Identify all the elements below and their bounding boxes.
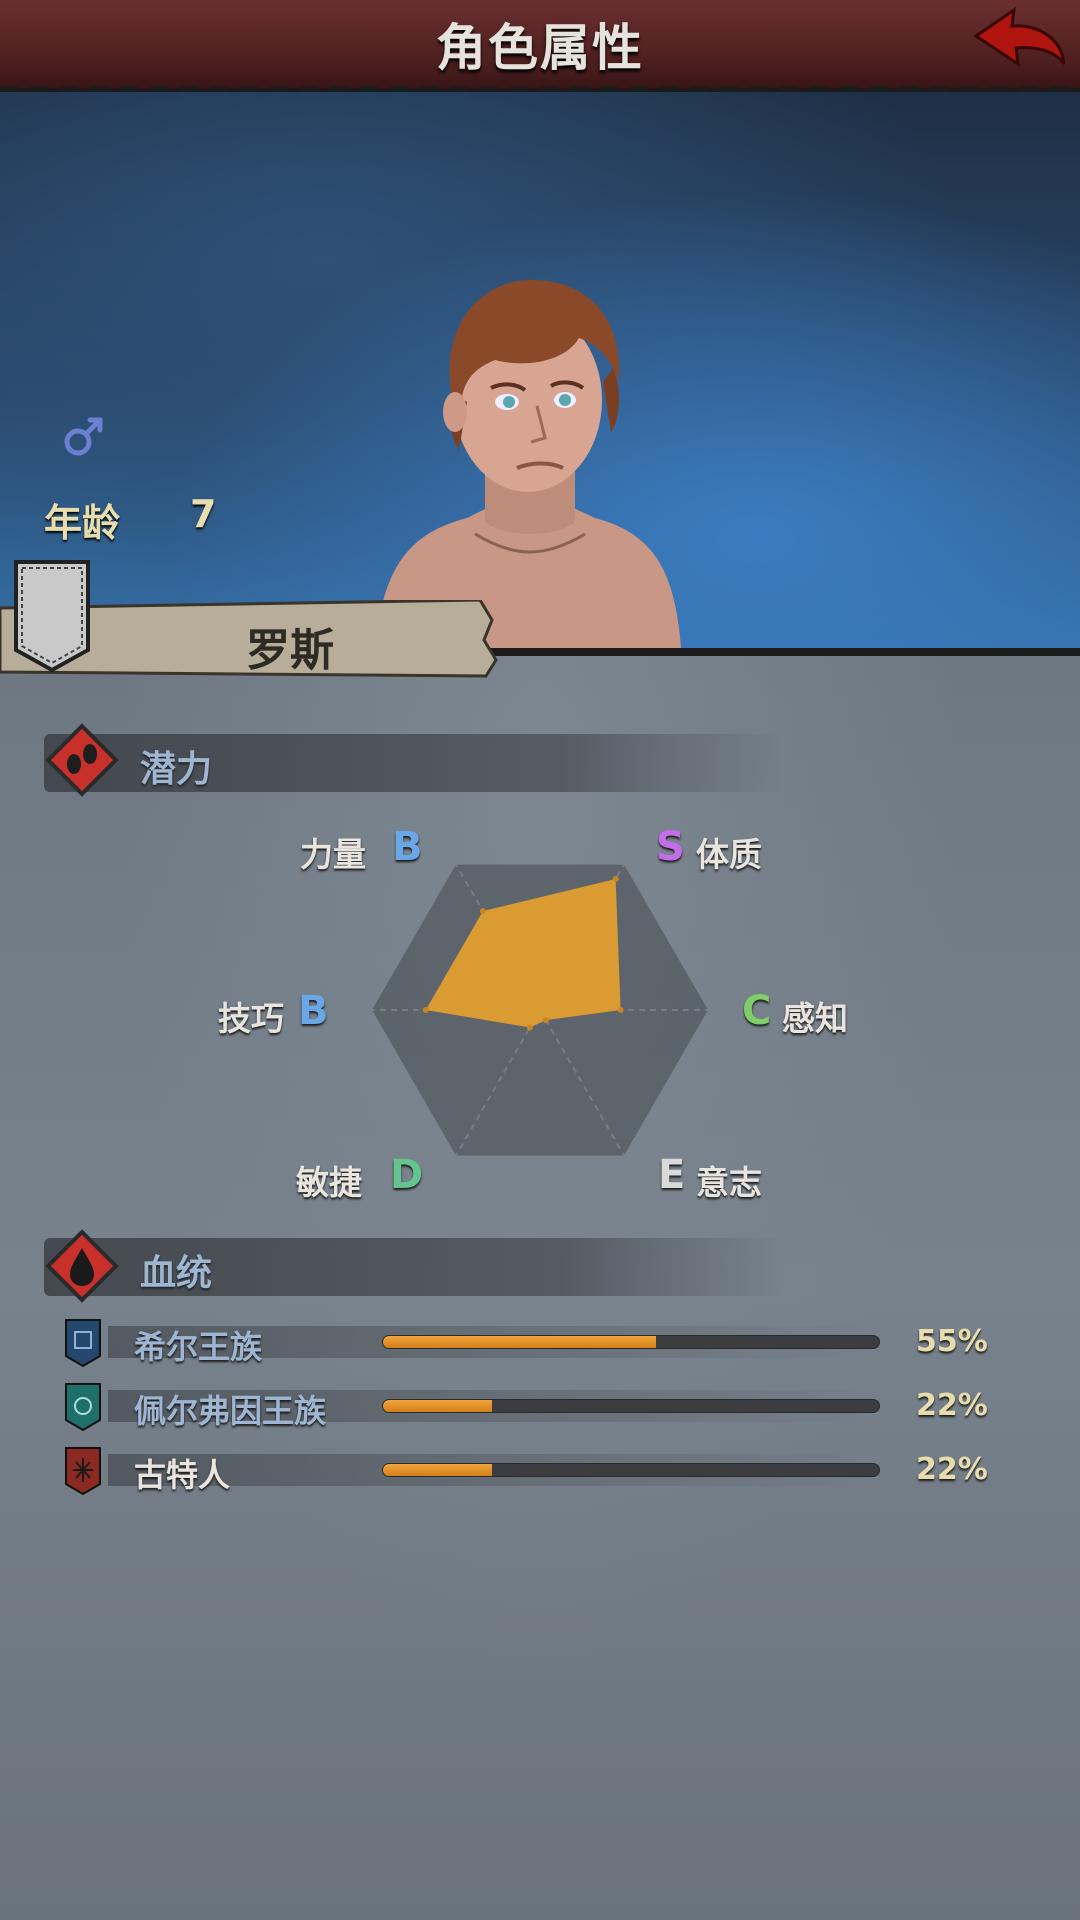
bloodline-percent: 22% <box>916 1388 988 1423</box>
age-value: 7 <box>190 492 217 536</box>
attr-grade-constitution: S <box>656 824 685 870</box>
back-arrow-icon[interactable] <box>968 4 1068 84</box>
footprint-icon <box>45 723 119 797</box>
attr-grade-perception: C <box>742 988 772 1034</box>
character-name: 罗斯 <box>246 625 334 676</box>
bloodline-title: 血统 <box>140 1253 213 1294</box>
bloodline-bar <box>382 1399 880 1413</box>
male-symbol-icon <box>64 417 103 456</box>
radar-point-5 <box>422 1007 429 1013</box>
attr-label-constitution: 体质 <box>696 835 762 874</box>
potential-radar-chart <box>372 864 708 1156</box>
bloodline-bar-fill <box>383 1400 493 1412</box>
attr-label-will: 意志 <box>696 1163 762 1202</box>
character-portrait <box>375 279 681 648</box>
radar-point-2 <box>617 1007 624 1013</box>
bloodline-percent: 22% <box>916 1452 988 1487</box>
attr-label-agility: 敏捷 <box>296 1163 362 1202</box>
bloodline-bar-fill <box>383 1336 656 1348</box>
radar-point-0 <box>479 908 486 915</box>
attr-grade-agility: D <box>390 1152 424 1198</box>
radar-point-3 <box>542 1017 549 1024</box>
attr-label-strength: 力量 <box>300 835 366 874</box>
shield-crest-red-icon <box>65 1447 101 1496</box>
blood-drop-icon <box>45 1229 119 1303</box>
bloodline-percent: 55% <box>916 1324 988 1359</box>
page-title: 角色属性 <box>436 19 644 77</box>
portrait-area: 年龄 7 <box>0 92 1080 648</box>
attr-grade-strength: B <box>392 824 423 870</box>
bloodline-name: 佩尔弗因王族 <box>134 1392 327 1430</box>
top-bar: 角色属性 <box>0 0 1080 98</box>
bloodline-bar-fill <box>383 1464 493 1476</box>
shield-crest-teal-icon <box>65 1383 101 1432</box>
attr-label-skill: 技巧 <box>218 999 284 1038</box>
potential-title: 潜力 <box>140 749 213 790</box>
radar-point-4 <box>526 1024 533 1031</box>
shield-crest-blue-icon <box>65 1319 101 1368</box>
bloodline-name: 古特人 <box>134 1456 231 1494</box>
attr-grade-skill: B <box>298 988 329 1034</box>
attr-grade-will: E <box>658 1152 686 1198</box>
attr-label-perception: 感知 <box>782 999 848 1038</box>
bloodline-bar <box>382 1335 880 1349</box>
age-label: 年龄 <box>44 501 121 545</box>
radar-point-1 <box>612 876 619 883</box>
bloodline-name: 希尔王族 <box>134 1328 263 1366</box>
bloodline-bar <box>382 1463 880 1477</box>
